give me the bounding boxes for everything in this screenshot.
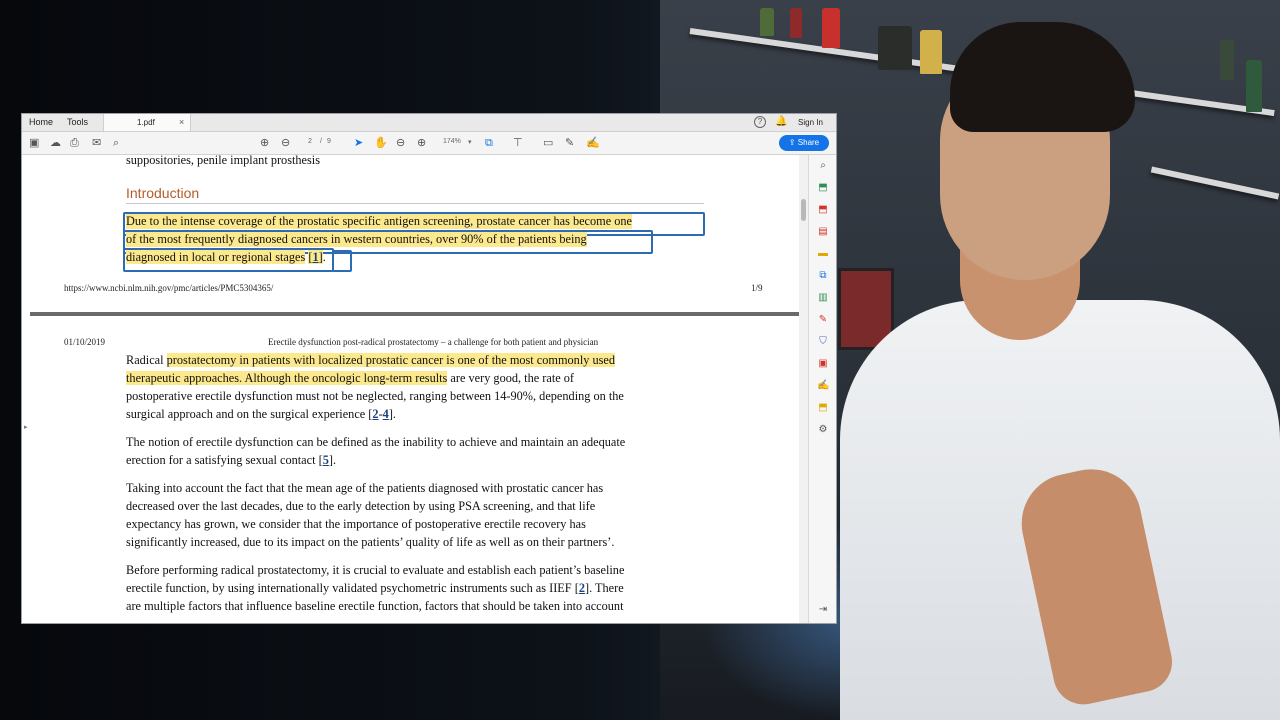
close-tab-icon[interactable]: × xyxy=(179,117,184,127)
citation-link[interactable]: 1 xyxy=(312,250,319,264)
plain-text: are very good, the rate of xyxy=(447,371,575,385)
pen-icon[interactable]: ✎ xyxy=(565,136,574,150)
highlighted-text: therapeutic approaches. Although the onc… xyxy=(126,371,448,385)
footer-page-number: 1/9 xyxy=(751,283,763,293)
header-date: 01/10/2019 xyxy=(64,337,106,347)
scrollbar-thumb[interactable] xyxy=(801,199,806,221)
total-pages: 9 xyxy=(327,138,331,145)
period: . xyxy=(322,250,326,264)
plain-text: surgical approach and on the surgical ex… xyxy=(126,407,373,421)
export-pdf-icon[interactable]: ⬒ xyxy=(817,182,829,194)
shelf-item xyxy=(790,8,802,38)
text-line: suppositories, penile implant prosthesis xyxy=(126,155,321,167)
highlighted-line: of the most frequently diagnosed cancers… xyxy=(126,232,587,247)
page-break xyxy=(30,312,799,316)
page-separator: / xyxy=(320,138,322,145)
tab-tools[interactable]: Tools xyxy=(67,117,88,127)
tab-document[interactable]: 1.pdf × xyxy=(103,114,191,131)
chevron-down-icon[interactable]: ▾ xyxy=(468,138,472,146)
combine-files-icon[interactable]: ⧉ xyxy=(817,270,829,282)
text-line: The notion of erectile dysfunction can b… xyxy=(126,435,626,449)
plain-text: ]. There xyxy=(584,581,624,595)
text-line: surgical approach and on the surgical ex… xyxy=(126,407,396,422)
text-line: decreased over the last decades, due to … xyxy=(126,499,596,513)
footer-url: https://www.ncbi.nlm.nih.gov/pmc/article… xyxy=(64,283,274,293)
zoom-select[interactable]: 174% xyxy=(443,138,461,145)
highlighted-text: diagnosed in local or regional stages xyxy=(126,250,306,264)
optimize-pdf-icon[interactable]: ▣ xyxy=(817,358,829,370)
text-line: Before performing radical prostatectomy,… xyxy=(126,563,625,577)
mail-icon[interactable]: ✉ xyxy=(92,136,101,150)
selection-box xyxy=(332,250,352,272)
highlighted-line-last: diagnosed in local or regional stages [1… xyxy=(126,250,326,265)
comment-icon[interactable]: ▭ xyxy=(543,136,553,150)
search-zoom-icon[interactable]: ⌕ xyxy=(113,136,119,150)
text-line: erection for a satisfying sexual contact… xyxy=(126,453,336,468)
vertical-scrollbar[interactable] xyxy=(799,155,808,623)
current-page-input[interactable]: 2 xyxy=(308,138,312,145)
tab-document-label: 1.pdf xyxy=(137,118,155,127)
fit-icon[interactable]: ⧉ xyxy=(485,136,493,150)
zoom-in-icon[interactable]: ⊕ xyxy=(417,136,426,150)
save-icon[interactable]: ▣ xyxy=(29,136,39,150)
page-down-icon[interactable]: ⊖ xyxy=(281,136,290,150)
collapse-pane-icon[interactable]: ⇥ xyxy=(817,604,829,616)
create-pdf-icon[interactable]: ⬒ xyxy=(817,204,829,216)
plain-text: ]. xyxy=(388,407,396,421)
edit-pdf-icon[interactable]: ▤ xyxy=(817,226,829,238)
acrobat-window: Home Tools 1.pdf × ? 🔔 Sign In ▣ ☁ ⎙ ✉ ⌕… xyxy=(21,113,837,624)
header-title: Erectile dysfunction post-radical prosta… xyxy=(268,337,599,347)
bell-icon[interactable]: 🔔 xyxy=(775,116,787,127)
text-line: expectancy has grown, we consider that t… xyxy=(126,517,586,531)
redact-icon[interactable]: ✎ xyxy=(817,314,829,326)
send-for-review-icon[interactable]: ⬒ xyxy=(817,402,829,414)
plain-text: erectile function, by using internationa… xyxy=(126,581,579,595)
upload-icon[interactable]: ☁ xyxy=(50,136,61,150)
cursor-icon[interactable]: ➤ xyxy=(354,136,363,150)
page-up-icon[interactable]: ⊕ xyxy=(260,136,269,150)
help-icon[interactable]: ? xyxy=(754,116,766,128)
text-line: significantly increased, due to its impa… xyxy=(126,535,615,549)
tab-bar: Home Tools 1.pdf × ? 🔔 Sign In xyxy=(22,114,836,132)
print-icon[interactable]: ⎙ xyxy=(70,136,79,150)
presenter xyxy=(840,0,1280,720)
hand-icon[interactable]: ✋ xyxy=(374,136,388,150)
highlighted-text: prostatectomy in patients with localized… xyxy=(166,353,616,367)
left-pane-toggle-icon[interactable]: ▸ xyxy=(24,423,28,431)
text-line: Taking into account the fact that the me… xyxy=(126,481,604,495)
sign-in-link[interactable]: Sign In xyxy=(798,118,823,127)
zoom-out-icon[interactable]: ⊖ xyxy=(396,136,405,150)
more-tools-icon[interactable]: ⚙ xyxy=(817,424,829,436)
share-button[interactable]: ⇪ Share xyxy=(779,135,829,151)
text-line: are multiple factors that influence base… xyxy=(126,599,624,613)
plain-text: erection for a satisfying sexual contact… xyxy=(126,453,323,467)
presenter-hair xyxy=(950,22,1135,132)
highlighted-line: Due to the intense coverage of the prost… xyxy=(126,214,633,229)
organize-pages-icon[interactable]: ▥ xyxy=(817,292,829,304)
main-toolbar: ▣ ☁ ⎙ ✉ ⌕ ⊕ ⊖ 2 / 9 ➤ ✋ ⊖ ⊕ 174% ▾ ⧉ ⊤ ▭… xyxy=(22,132,836,155)
plain-text: Radical xyxy=(126,353,167,367)
text-line: therapeutic approaches. Although the onc… xyxy=(126,371,574,386)
tab-home[interactable]: Home xyxy=(29,117,53,127)
sign-icon[interactable]: ✍ xyxy=(586,136,600,150)
document-view[interactable]: suppositories, penile implant prosthesis… xyxy=(22,155,799,623)
text-line: Radical prostatectomy in patients with l… xyxy=(126,353,616,368)
zoom-tool-icon[interactable]: ⌕ xyxy=(817,160,829,172)
section-rule xyxy=(126,203,704,204)
share-label: Share xyxy=(797,138,820,147)
measure-icon[interactable]: ⊤ xyxy=(513,136,523,150)
plain-text: ]. xyxy=(328,453,337,467)
shelf-item xyxy=(822,8,840,48)
fill-sign-icon[interactable]: ✍ xyxy=(817,380,829,392)
comment-tool-icon[interactable]: ▬ xyxy=(817,248,829,260)
text-line: erectile function, by using internationa… xyxy=(126,581,624,596)
text-line: postoperative erectile dysfunction must … xyxy=(126,389,624,403)
section-heading: Introduction xyxy=(126,185,200,201)
shelf-item xyxy=(760,8,774,36)
share-icon: ⇪ xyxy=(788,138,798,147)
right-tools-pane: ⌕ ⬒ ⬒ ▤ ▬ ⧉ ▥ ✎ ⛉ ▣ ✍ ⬒ ⚙ ⇥ xyxy=(808,155,836,623)
protect-icon[interactable]: ⛉ xyxy=(817,336,829,348)
